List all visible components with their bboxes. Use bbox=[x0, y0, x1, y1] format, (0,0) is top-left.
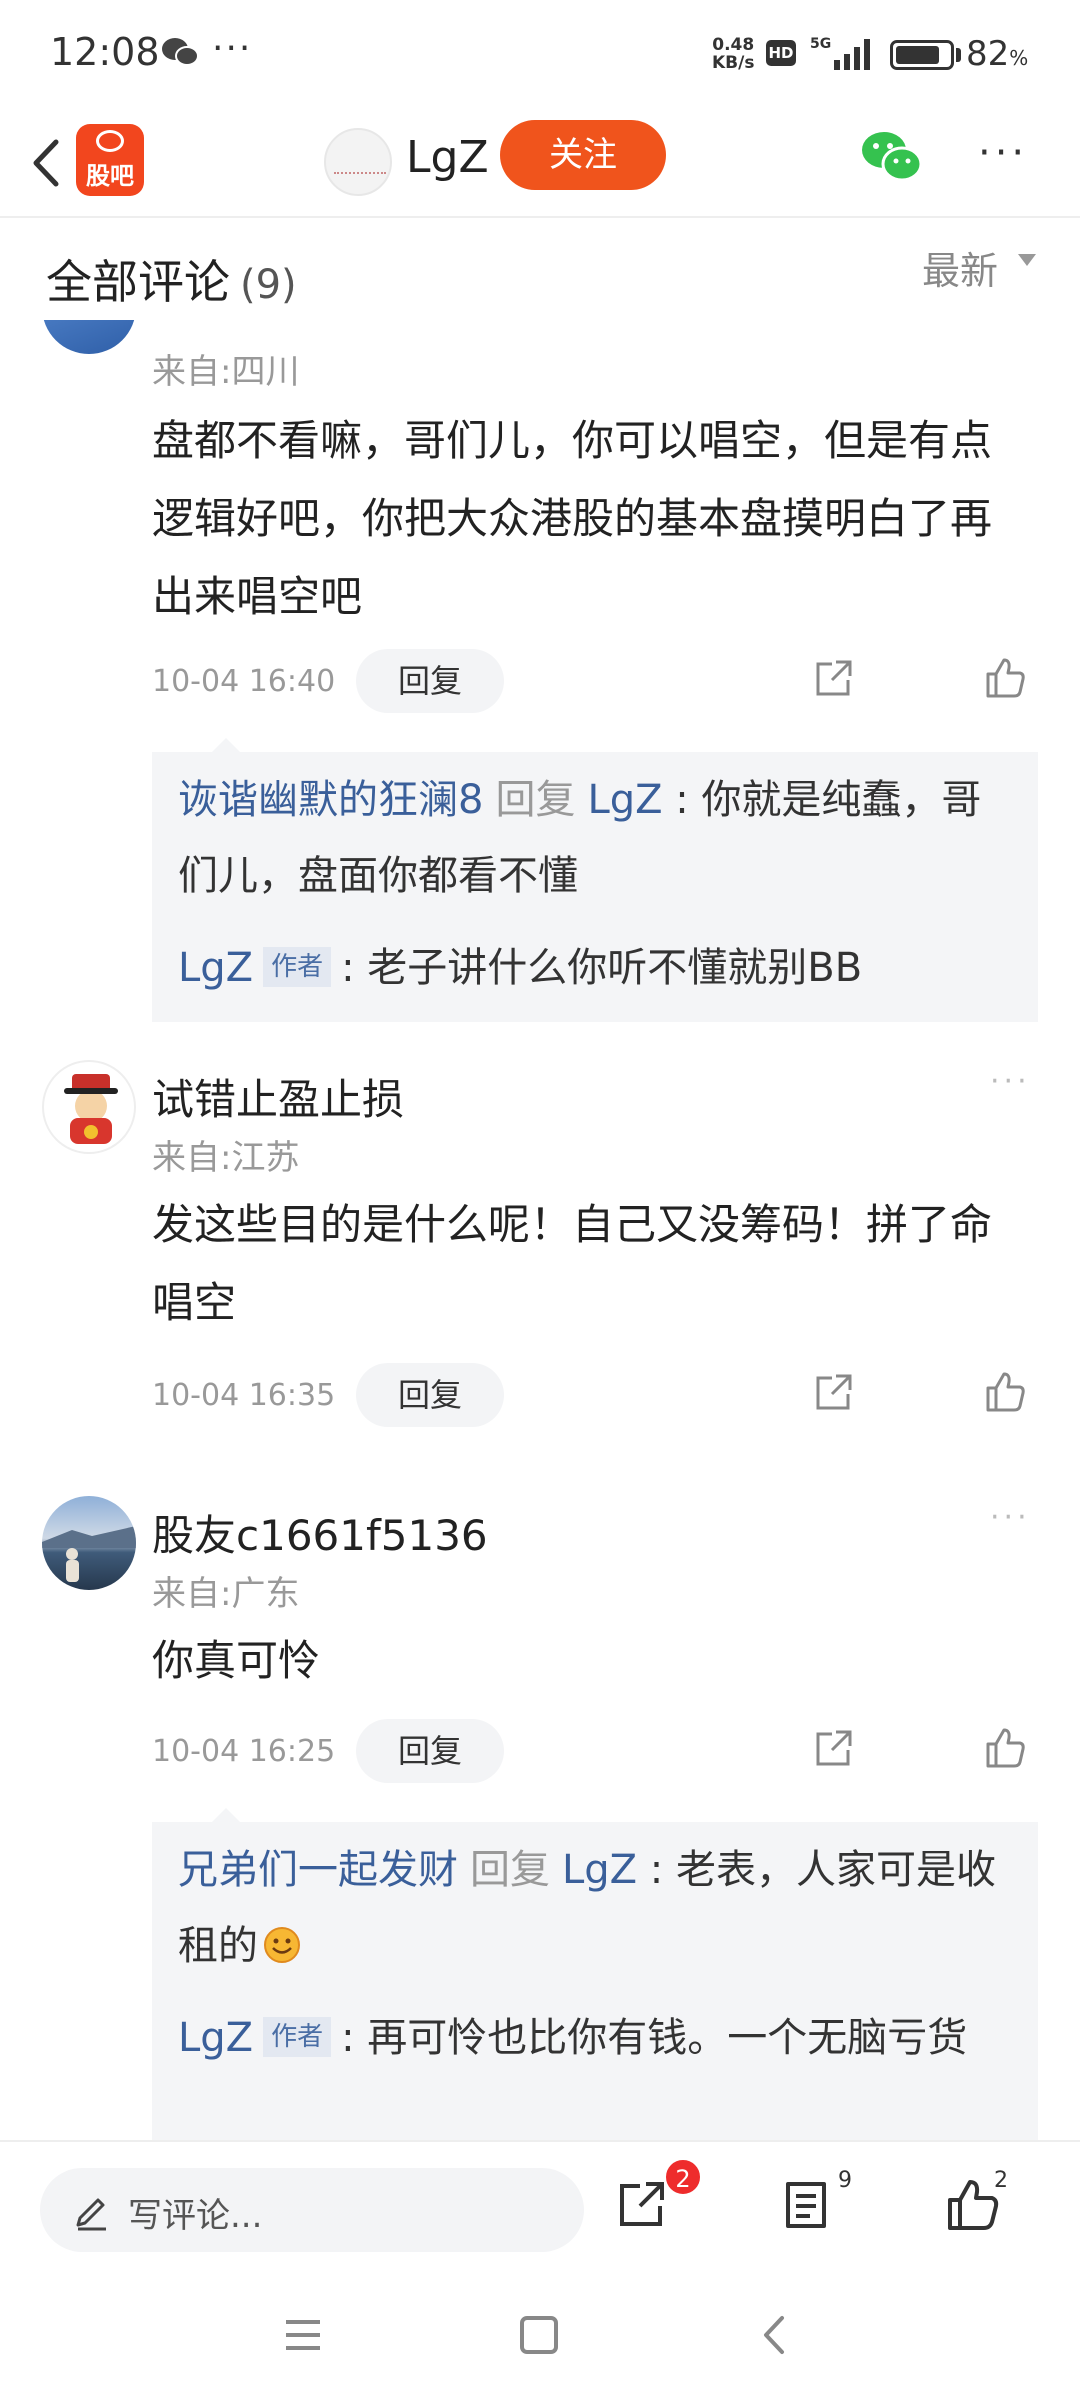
avatar[interactable] bbox=[42, 1496, 136, 1590]
more-options-icon[interactable]: ··· bbox=[978, 130, 1028, 176]
reply-thread: 诙谐幽默的狂澜8 回复 LgZ : 你就是纯蠢，哥们儿，盘面你都看不懂 LgZ 作者:… bbox=[152, 738, 1038, 1022]
pencil-icon bbox=[76, 2198, 106, 2231]
logo-mark-icon bbox=[96, 130, 124, 152]
reply-button[interactable]: 回复 bbox=[356, 1719, 504, 1783]
comment-list-icon[interactable] bbox=[778, 2176, 836, 2234]
comment-username[interactable]: 试错止盈止损 bbox=[152, 1066, 404, 1127]
comment-location: 来自:四川 bbox=[152, 352, 300, 392]
reply-thread: 兄弟们一起发财 回复 LgZ : 老表，人家可是收租的 LgZ 作者: 再可怜也比你有… bbox=[152, 1808, 1038, 2140]
menu-icon[interactable] bbox=[280, 2312, 326, 2358]
wechat-notification-icon bbox=[162, 38, 199, 66]
reply-author: LgZ bbox=[178, 2015, 254, 2061]
comment-text: 发这些目的是什么呢！自己又没筹码！拼了命唱空 bbox=[152, 1200, 993, 1327]
thumbs-up-icon[interactable] bbox=[982, 1724, 1028, 1770]
logo-text: 股吧 bbox=[86, 162, 134, 190]
network-speed: 0.48 KB/s bbox=[712, 35, 755, 73]
caret-down-icon[interactable] bbox=[1018, 254, 1036, 266]
signal-icon: 5G bbox=[810, 36, 870, 70]
god-of-wealth-avatar-icon bbox=[64, 1074, 118, 1144]
reply-item[interactable]: LgZ 作者: 再可怜也比你有钱。一个无脑亏货 bbox=[178, 2000, 1018, 2076]
reply-text: 老子讲什么你听不懂就别BB bbox=[367, 945, 863, 991]
comment-text: 盘都不看嘛，哥们儿，你可以唱空，但是有点逻辑好吧，你把大众港股的基本盘摸明白了再… bbox=[152, 416, 993, 621]
wechat-icon[interactable] bbox=[860, 128, 924, 184]
reply-author: 兄弟们一起发财 bbox=[178, 1847, 458, 1893]
reply-author: LgZ bbox=[178, 945, 254, 991]
reply-item[interactable]: 诙谐幽默的狂澜8 回复 LgZ : 你就是纯蠢，哥们儿，盘面你都看不懂 bbox=[178, 762, 1018, 914]
section-title: 全部评论 (9) bbox=[46, 255, 297, 309]
reply-author: 诙谐幽默的狂澜8 bbox=[178, 777, 484, 823]
reply-target: LgZ bbox=[562, 1847, 638, 1893]
back-triangle-icon[interactable] bbox=[752, 2312, 798, 2358]
share-icon[interactable] bbox=[810, 1726, 856, 1772]
author-tag: 作者 bbox=[263, 2017, 332, 2057]
reply-button[interactable]: 回复 bbox=[356, 1363, 504, 1427]
status-bar: 12:08 ··· 0.48 KB/s HD 5G 82% bbox=[0, 0, 1080, 108]
avatar[interactable] bbox=[324, 128, 392, 196]
comment-location: 来自:广东 bbox=[152, 1574, 300, 1614]
comment-list[interactable]: 来自:四川 盘都不看嘛，哥们儿，你可以唱空，但是有点逻辑好吧，你把大众港股的基本… bbox=[0, 300, 1080, 2140]
write-comment-placeholder: 写评论... bbox=[128, 2196, 263, 2236]
header-user-name[interactable]: LgZ bbox=[406, 132, 489, 183]
comments-section-header: 全部评论 (9) 最新 bbox=[0, 220, 1080, 320]
smile-emoji-icon bbox=[264, 1927, 300, 1963]
reply-target: LgZ bbox=[587, 777, 663, 823]
avatar[interactable] bbox=[42, 1060, 136, 1154]
like-count-label: 2 bbox=[994, 2168, 1008, 2193]
share-icon[interactable] bbox=[810, 1370, 856, 1416]
share-icon[interactable] bbox=[810, 656, 856, 702]
comment-text: 你真可怜 bbox=[152, 1636, 321, 1685]
battery-cap bbox=[956, 48, 961, 62]
guba-logo[interactable]: 股吧 bbox=[76, 124, 144, 196]
share-icon[interactable] bbox=[612, 2176, 670, 2234]
battery-icon bbox=[890, 40, 954, 70]
comment-more-icon[interactable]: ··· bbox=[990, 1064, 1031, 1099]
battery-level bbox=[896, 46, 939, 64]
comment-count: (9) bbox=[240, 262, 297, 308]
home-square-icon[interactable] bbox=[516, 2312, 562, 2358]
back-arrow-icon[interactable] bbox=[22, 128, 72, 198]
person-by-lake-avatar-icon bbox=[42, 1526, 136, 1582]
author-tag: 作者 bbox=[263, 947, 332, 987]
status-time: 12:08 bbox=[50, 30, 160, 74]
reply-button[interactable]: 回复 bbox=[356, 649, 504, 713]
comment-time: 10-04 16:35 bbox=[152, 1378, 336, 1413]
comment-username[interactable]: 股友c1661f5136 bbox=[152, 1502, 488, 1563]
reply-item[interactable]: LgZ 作者: 老子讲什么你听不懂就别BB bbox=[178, 930, 1018, 1006]
top-header: 股吧 LgZ 关注 ··· bbox=[0, 108, 1080, 218]
comment-more-icon[interactable]: ··· bbox=[990, 1500, 1031, 1535]
comment-time: 10-04 16:40 bbox=[152, 664, 336, 699]
thumbs-up-icon[interactable] bbox=[982, 1368, 1028, 1414]
bottom-action-bar: 写评论... 2 9 2 bbox=[0, 2140, 1080, 2270]
reply-item[interactable]: 兄弟们一起发财 回复 LgZ : 老表，人家可是收租的 bbox=[178, 1832, 1018, 1984]
svg-text:5G: 5G bbox=[810, 36, 831, 52]
comment-location: 来自:江苏 bbox=[152, 1138, 300, 1178]
thumbs-up-icon[interactable] bbox=[982, 654, 1028, 700]
follow-button[interactable]: 关注 bbox=[500, 120, 666, 190]
battery-percent: 82% bbox=[966, 34, 1029, 74]
comment-count-label: 9 bbox=[838, 2168, 852, 2193]
system-nav-bar bbox=[0, 2270, 1080, 2400]
comment-time: 10-04 16:25 bbox=[152, 1734, 336, 1769]
hd-icon: HD bbox=[766, 40, 796, 66]
write-comment-input[interactable]: 写评论... bbox=[40, 2168, 584, 2252]
reply-text: 再可怜也比你有钱。一个无脑亏货 bbox=[367, 2015, 968, 2061]
share-badge: 2 bbox=[664, 2158, 702, 2196]
more-notifications-icon: ··· bbox=[212, 28, 253, 69]
sort-dropdown[interactable]: 最新 bbox=[922, 240, 998, 295]
